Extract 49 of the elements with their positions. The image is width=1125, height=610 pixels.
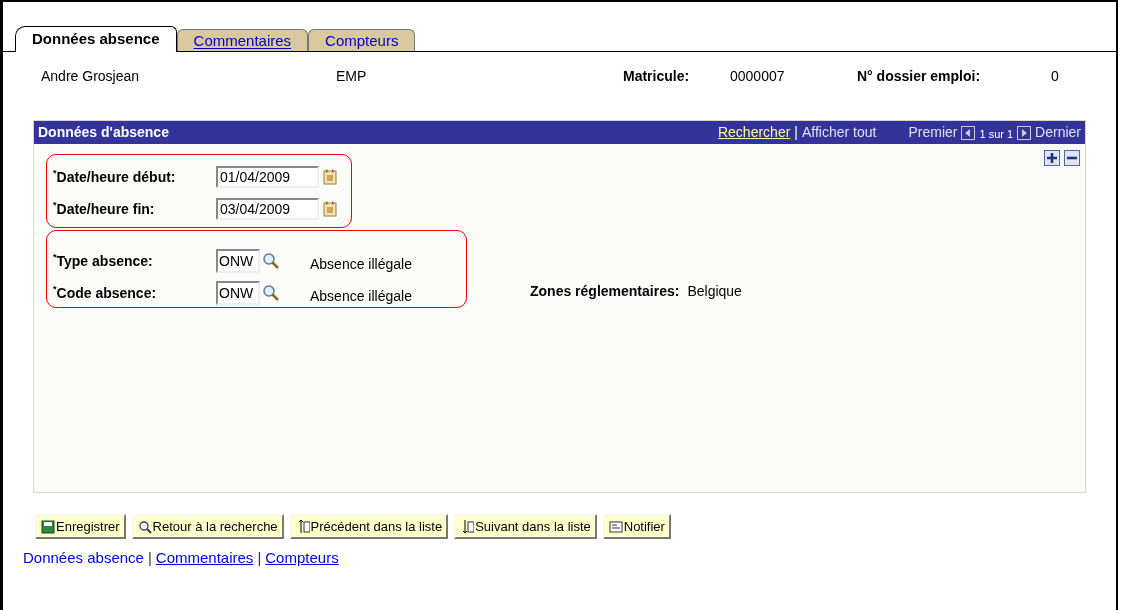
field-label: Matricule: <box>623 66 691 86</box>
field-label: *Code absence: <box>53 282 158 303</box>
field-label: N° dossier emploi: <box>857 66 982 86</box>
page-link[interactable]: Données absence <box>23 547 144 570</box>
search-icon[interactable] <box>262 252 280 270</box>
separator: | <box>147 548 152 568</box>
separator: | <box>257 548 262 568</box>
delete-row-button[interactable] <box>1064 150 1080 166</box>
plus-icon <box>1047 153 1057 163</box>
toolbar-button[interactable]: Suivant dans la liste <box>454 514 597 539</box>
previous-icon[interactable] <box>961 125 976 140</box>
save-icon <box>41 519 55 534</box>
date-field[interactable]: 03/04/2009 <box>216 198 319 220</box>
show-all-link[interactable]: Afficher tout <box>802 122 877 143</box>
code-description: Absence illégale <box>310 254 412 274</box>
calendar-icon[interactable] <box>323 169 337 185</box>
page-link[interactable]: Compteurs <box>265 547 339 570</box>
regulatory-value: Belgique <box>687 282 742 301</box>
tab[interactable]: Commentaires <box>176 29 309 51</box>
toolbar-button[interactable]: Enregistrer <box>35 514 126 539</box>
calendar-icon[interactable] <box>323 201 337 217</box>
field-label: *Date/heure début: <box>53 166 177 187</box>
field-label: *Type absence: <box>53 250 154 271</box>
employee-type: EMP <box>336 66 368 86</box>
add-row-button[interactable] <box>1044 150 1060 166</box>
page-link[interactable]: Commentaires <box>155 547 254 570</box>
field-label: *Date/heure fin: <box>53 198 156 219</box>
search-icon <box>137 519 152 534</box>
panel-title: Données d'absence <box>38 123 170 142</box>
toolbar-button[interactable]: Notifier <box>602 514 671 539</box>
tab[interactable]: Compteurs <box>308 29 416 51</box>
field-label: Zones réglementaires: <box>530 282 680 301</box>
next-icon[interactable] <box>1017 125 1032 140</box>
employee-id: 0000007 <box>730 66 786 86</box>
tab[interactable]: Données absence <box>15 26 177 52</box>
record-count: 1 sur 1 <box>979 127 1014 143</box>
employee-name: Andre Grosjean <box>41 66 141 86</box>
job-number: 0 <box>1051 66 1059 86</box>
code-field[interactable]: ONW <box>216 281 260 305</box>
toolbar-button[interactable]: Précédent dans la liste <box>289 514 449 539</box>
date-field[interactable]: 01/04/2009 <box>216 166 319 188</box>
list-arrow-icon <box>460 519 475 534</box>
toolbar-button[interactable]: Retour à la recherche <box>131 514 284 539</box>
separator: | <box>794 123 798 142</box>
code-description: Absence illégale <box>310 286 412 306</box>
note-icon <box>608 519 623 534</box>
code-field[interactable]: ONW <box>216 249 260 273</box>
search-link[interactable]: Rechercher <box>717 122 791 143</box>
search-icon[interactable] <box>262 284 280 302</box>
